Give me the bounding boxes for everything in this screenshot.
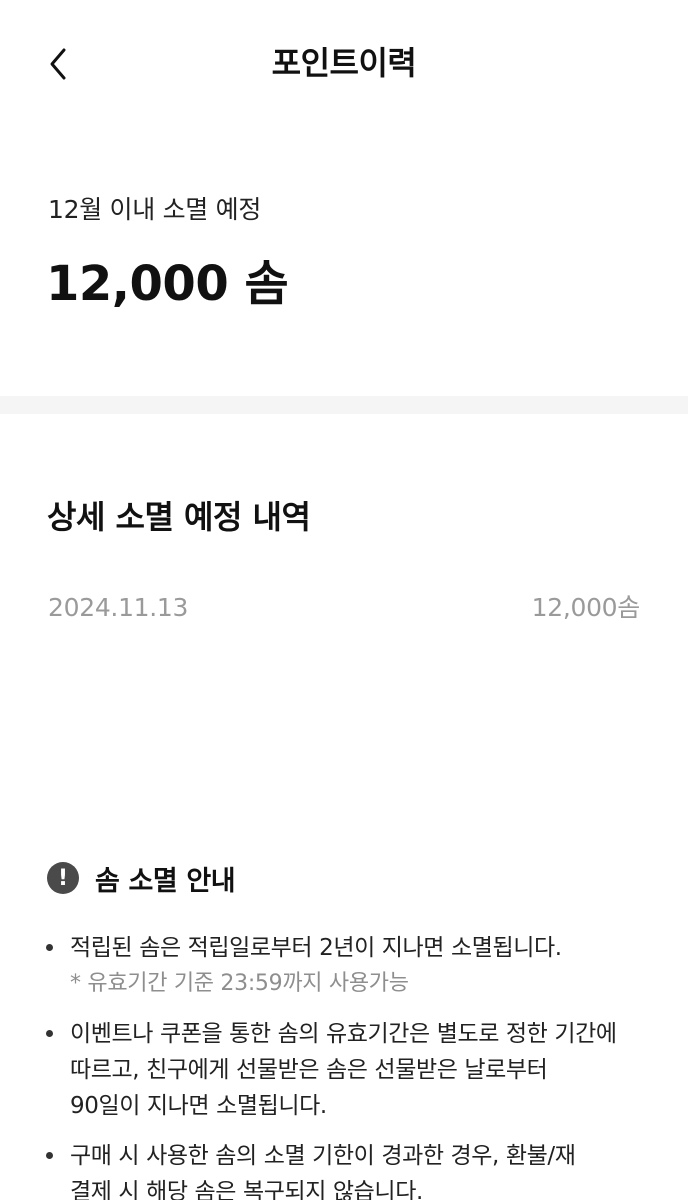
point-history-screen: 포인트이력 12월 이내 소멸 예정 12,000 솜 상세 소멸 예정 내역 … (0, 0, 688, 1200)
top-header: 포인트이력 (0, 0, 688, 130)
notice-item: 구매 시 사용한 솜의 소멸 기한이 경과한 경우, 환불/재 결제 시 해당 … (44, 1138, 654, 1200)
notice-text: 90일이 지나면 소멸됩니다. (70, 1093, 327, 1119)
expiry-summary-amount: 12,000 솜 (46, 256, 289, 312)
notice-text: 따르고, 친구에게 선물받은 솜은 선물받은 날로부터 (70, 1057, 548, 1083)
notice-text: 이벤트나 쿠폰을 통한 솜의 유효기간은 별도로 정한 기간에 (70, 1021, 617, 1047)
expiry-summary-label: 12월 이내 소멸 예정 (48, 195, 262, 224)
exclamation-icon: ! (47, 862, 79, 894)
notice-title: 솜 소멸 안내 (95, 865, 236, 897)
notice-text: 결제 시 해당 솜은 복구되지 않습니다. (70, 1179, 423, 1200)
notice-subtext: * 유효기간 기준 23:59까지 사용가능 (70, 971, 409, 996)
page-title: 포인트이력 (271, 44, 417, 82)
notice-header: ! 솜 소멸 안내 (47, 856, 236, 900)
bullet-dot (46, 1152, 53, 1159)
bullet-dot (46, 1030, 53, 1037)
notice-list: 적립된 솜은 적립일로부터 2년이 지나면 소멸됩니다. * 유효기간 기준 2… (44, 930, 654, 1200)
notice-item: 적립된 솜은 적립일로부터 2년이 지나면 소멸됩니다. * 유효기간 기준 2… (44, 930, 654, 1002)
detail-section-title: 상세 소멸 예정 내역 (47, 498, 311, 536)
bullet-dot (46, 944, 53, 951)
notice-text: 구매 시 사용한 솜의 소멸 기한이 경과한 경우, 환불/재 (70, 1143, 576, 1169)
notice-item: 이벤트나 쿠폰을 통한 솜의 유효기간은 별도로 정한 기간에 따르고, 친구에… (44, 1016, 654, 1124)
section-divider (0, 396, 688, 414)
expiry-detail-amount: 12,000솜 (531, 593, 641, 622)
notice-text: 적립된 솜은 적립일로부터 2년이 지나면 소멸됩니다. (70, 935, 562, 961)
expiry-detail-row: 2024.11.13 12,000솜 (48, 586, 640, 630)
expiry-detail-date: 2024.11.13 (48, 593, 189, 622)
